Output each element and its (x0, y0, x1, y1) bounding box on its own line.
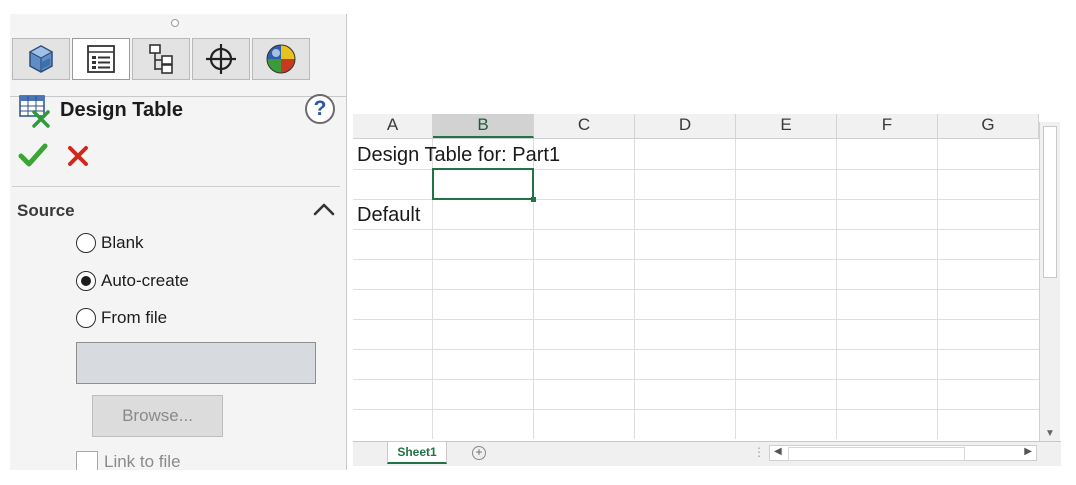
column-header-b[interactable]: B (433, 114, 534, 138)
add-sheet-icon[interactable]: + (472, 446, 486, 460)
tab-property-manager[interactable] (72, 38, 130, 80)
sheet-tab[interactable]: Sheet1 (387, 442, 447, 464)
column-header-c[interactable]: C (534, 114, 635, 138)
cell-a1[interactable]: Design Table for: Part1 (357, 144, 560, 167)
radio-label: From file (101, 308, 168, 327)
feature-manager-icon (28, 45, 54, 73)
horizontal-scroll-thumb[interactable] (788, 447, 965, 461)
cell-grid[interactable]: Design Table for: Part1 Default (353, 139, 1039, 439)
column-header-d[interactable]: D (635, 114, 736, 138)
column-header-a[interactable]: A (353, 114, 433, 138)
panel-title: Design Table (60, 99, 183, 121)
panel-grip-handle[interactable] (171, 19, 179, 27)
radio-button-selected[interactable] (76, 271, 96, 291)
horizontal-scrollbar[interactable]: ◀ ▶ (769, 445, 1037, 461)
close-icon (68, 146, 88, 166)
tab-configuration-manager[interactable] (132, 38, 190, 80)
column-header-f[interactable]: F (837, 114, 938, 138)
radio-button[interactable] (76, 308, 96, 328)
radio-from-file[interactable]: From file (76, 305, 167, 331)
tab-display-manager[interactable] (252, 38, 310, 80)
help-icon: ? (313, 97, 327, 120)
file-path-input[interactable] (76, 342, 316, 384)
link-to-file-option[interactable]: Link to file (76, 451, 181, 470)
vertical-scrollbar[interactable]: ▼ (1039, 122, 1060, 444)
column-header-row: A B C D E F G (353, 114, 1039, 139)
browse-button[interactable]: Browse... (92, 395, 223, 437)
cell-a3[interactable]: Default (357, 204, 420, 227)
chevron-up-icon (313, 203, 335, 216)
active-cell-b2[interactable] (432, 168, 534, 200)
property-manager-icon (87, 45, 115, 73)
radio-label: Blank (101, 233, 144, 252)
source-section-label: Source (17, 201, 75, 220)
ok-button[interactable] (18, 142, 48, 173)
sheet-tab-bar: Sheet1 + ⋮ ◀ ▶ (353, 441, 1061, 466)
property-manager-panel: Design Table ? Source Blank Auto-create … (10, 14, 347, 470)
scroll-right-arrow-icon[interactable]: ▶ (1024, 446, 1032, 457)
link-to-file-label: Link to file (104, 452, 181, 470)
panel-title-row: Design Table ? (16, 92, 340, 132)
radio-label: Auto-create (101, 271, 189, 290)
help-button[interactable]: ? (305, 94, 335, 124)
vertical-scroll-thumb[interactable] (1043, 126, 1057, 278)
dimxpert-manager-icon (206, 44, 236, 74)
link-to-file-checkbox[interactable] (76, 451, 98, 470)
scroll-down-arrow-icon[interactable]: ▼ (1045, 428, 1055, 439)
manager-tabs (10, 38, 346, 97)
configuration-manager-icon (149, 44, 173, 74)
scroll-left-arrow-icon[interactable]: ◀ (774, 446, 782, 457)
splitter-dots-icon[interactable]: ⋮ (753, 445, 765, 459)
checkmark-icon (18, 143, 48, 167)
fill-handle[interactable] (531, 197, 536, 202)
design-table-icon (19, 95, 50, 128)
radio-button[interactable] (76, 233, 96, 253)
radio-blank[interactable]: Blank (76, 230, 144, 256)
display-manager-icon (266, 44, 296, 74)
collapse-section-button[interactable] (312, 200, 336, 223)
tab-dimxpert-manager[interactable] (192, 38, 250, 80)
column-header-g[interactable]: G (938, 114, 1039, 138)
section-divider (12, 186, 340, 187)
tab-feature-manager[interactable] (12, 38, 70, 80)
radio-auto-create[interactable]: Auto-create (76, 268, 189, 294)
column-header-e[interactable]: E (736, 114, 837, 138)
embedded-spreadsheet: A B C D E F G Design Table for: Part1 De… (353, 114, 1061, 467)
cancel-button[interactable] (66, 144, 90, 173)
